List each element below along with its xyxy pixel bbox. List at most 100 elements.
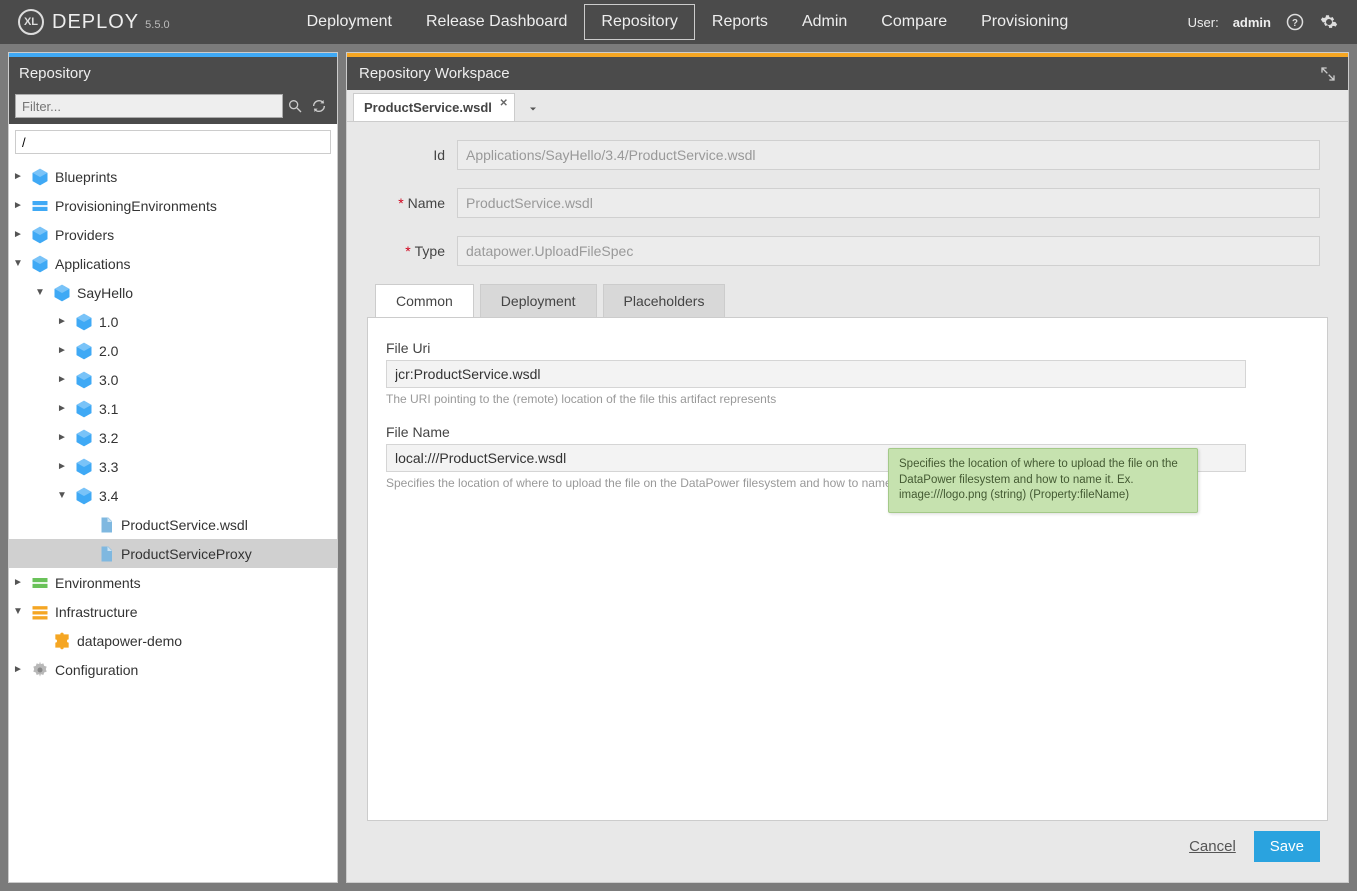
package-icon — [73, 456, 95, 478]
package-icon — [73, 369, 95, 391]
tree-item-infrastructure[interactable]: ▼ Infrastructure — [9, 597, 337, 626]
topnav-item-release-dashboard[interactable]: Release Dashboard — [409, 4, 584, 40]
brand-version: 5.5.0 — [145, 19, 169, 31]
workspace-tab-label: ProductService.wsdl — [364, 100, 492, 115]
expander-icon[interactable]: ► — [55, 345, 69, 356]
expander-icon[interactable]: ► — [55, 403, 69, 414]
tree-label: Blueprints — [55, 169, 117, 185]
user-label: User: — [1188, 15, 1219, 30]
tree-item-provisioningenvironments[interactable]: ► ProvisioningEnvironments — [9, 191, 337, 220]
tree-label: SayHello — [77, 285, 133, 301]
form-row-name: *Name — [357, 188, 1338, 218]
tree-item-applications[interactable]: ▼ Applications — [9, 249, 337, 278]
tree-item-3-3[interactable]: ►3.3 — [9, 452, 337, 481]
top-nav: DeploymentRelease DashboardRepositoryRep… — [290, 4, 1086, 40]
infra-icon — [29, 601, 51, 623]
tree-label: Environments — [55, 575, 141, 591]
tree-item-2-0[interactable]: ► 2.0 — [9, 336, 337, 365]
tree-item-1-0[interactable]: ►1.0 — [9, 307, 337, 336]
expander-icon[interactable]: ▼ — [33, 287, 47, 298]
help-icon[interactable]: ? — [1285, 12, 1305, 32]
workspace-footer: Cancel Save — [357, 821, 1338, 872]
tree-item-3-0[interactable]: ►3.0 — [9, 365, 337, 394]
file-uri-label: File Uri — [386, 340, 1309, 356]
tree-item-3-1[interactable]: ► 3.1 — [9, 394, 337, 423]
tree-item-sayhello[interactable]: ▼ SayHello — [9, 278, 337, 307]
path-input[interactable] — [15, 130, 331, 154]
tree-label: ProvisioningEnvironments — [55, 198, 217, 214]
package-icon — [51, 282, 73, 304]
search-icon[interactable] — [287, 98, 307, 114]
workspace-tabs: ProductService.wsdl ✕ — [347, 90, 1348, 122]
cancel-button[interactable]: Cancel — [1189, 838, 1236, 855]
file-uri-input[interactable] — [386, 360, 1246, 388]
tree-item-providers[interactable]: ►Providers — [9, 220, 337, 249]
subtab-common[interactable]: Common — [375, 284, 474, 317]
brand-logo: XL — [18, 9, 44, 35]
workspace-header: Repository Workspace — [347, 57, 1348, 90]
tree-item-productservice-wsdl[interactable]: ProductService.wsdl — [9, 510, 337, 539]
tree-label: datapower-demo — [77, 633, 182, 649]
workspace-title: Repository Workspace — [359, 65, 510, 82]
tree-label: Infrastructure — [55, 604, 137, 620]
tree-label: ProductService.wsdl — [121, 517, 248, 533]
chevron-down-icon[interactable] — [515, 97, 551, 121]
expander-icon[interactable]: ► — [11, 229, 25, 240]
filter-row — [9, 90, 337, 124]
maximize-icon[interactable] — [1320, 66, 1336, 82]
expander-icon[interactable]: ▼ — [11, 258, 25, 269]
topnav-item-provisioning[interactable]: Provisioning — [964, 4, 1085, 40]
gear-icon — [29, 659, 51, 681]
subtab-placeholders[interactable]: Placeholders — [603, 284, 726, 317]
expander-icon[interactable]: ► — [55, 316, 69, 327]
name-field[interactable] — [457, 188, 1320, 218]
type-label: *Type — [375, 243, 445, 259]
tree-item-environments[interactable]: ► Environments — [9, 568, 337, 597]
tree-item-datapower-demo[interactable]: datapower-demo — [9, 626, 337, 655]
expander-icon[interactable]: ▼ — [55, 490, 69, 501]
type-field — [457, 236, 1320, 266]
tree-item-3-4[interactable]: ▼3.4 — [9, 481, 337, 510]
provider-icon — [29, 224, 51, 246]
subtabs: CommonDeploymentPlaceholders — [357, 284, 1338, 317]
topnav-item-deployment[interactable]: Deployment — [290, 4, 409, 40]
main-area: Repository ►Blueprints►ProvisioningEnvir… — [0, 44, 1357, 891]
tree-item-3-2[interactable]: ►3.2 — [9, 423, 337, 452]
expander-icon[interactable]: ► — [55, 374, 69, 385]
save-button[interactable]: Save — [1254, 831, 1320, 862]
expander-icon[interactable]: ► — [55, 432, 69, 443]
workspace-tab[interactable]: ProductService.wsdl ✕ — [353, 93, 515, 121]
close-icon[interactable]: ✕ — [500, 98, 508, 109]
form-row-type: *Type — [357, 236, 1338, 266]
repository-sidebar: Repository ►Blueprints►ProvisioningEnvir… — [8, 52, 338, 883]
expander-icon[interactable]: ▼ — [11, 606, 25, 617]
expander-icon[interactable]: ► — [11, 577, 25, 588]
tree-label: Applications — [55, 256, 131, 272]
tree-item-blueprints[interactable]: ► Blueprints — [9, 162, 337, 191]
gear-icon[interactable] — [1319, 12, 1339, 32]
topnav-item-repository[interactable]: Repository — [584, 4, 694, 40]
expander-icon[interactable]: ► — [11, 171, 25, 182]
tree-label: Configuration — [55, 662, 138, 678]
file-name-tooltip: Specifies the location of where to uploa… — [888, 448, 1198, 513]
env-green-icon — [29, 572, 51, 594]
expander-icon[interactable]: ► — [11, 200, 25, 211]
refresh-icon[interactable] — [311, 98, 331, 114]
topnav-item-admin[interactable]: Admin — [785, 4, 864, 40]
brand-name: DEPLOY — [52, 11, 139, 34]
workspace-body: Id *Name *Type CommonDeploymentPlacehold… — [347, 122, 1348, 882]
subtab-deployment[interactable]: Deployment — [480, 284, 597, 317]
expander-icon[interactable]: ► — [55, 461, 69, 472]
expander-icon[interactable]: ► — [11, 664, 25, 675]
common-panel: File Uri The URI pointing to the (remote… — [367, 317, 1328, 821]
tree-item-productserviceproxy[interactable]: ProductServiceProxy — [9, 539, 337, 568]
topnav-item-compare[interactable]: Compare — [864, 4, 964, 40]
tree-item-configuration[interactable]: ► Configuration — [9, 655, 337, 684]
repository-workspace: Repository Workspace ProductService.wsdl… — [346, 52, 1349, 883]
topnav-item-reports[interactable]: Reports — [695, 4, 785, 40]
filter-input[interactable] — [15, 94, 283, 118]
tree-label: 3.1 — [99, 401, 118, 417]
tree-label: ProductServiceProxy — [121, 546, 252, 562]
top-right: User: admin ? — [1188, 12, 1339, 32]
tree-label: 2.0 — [99, 343, 118, 359]
